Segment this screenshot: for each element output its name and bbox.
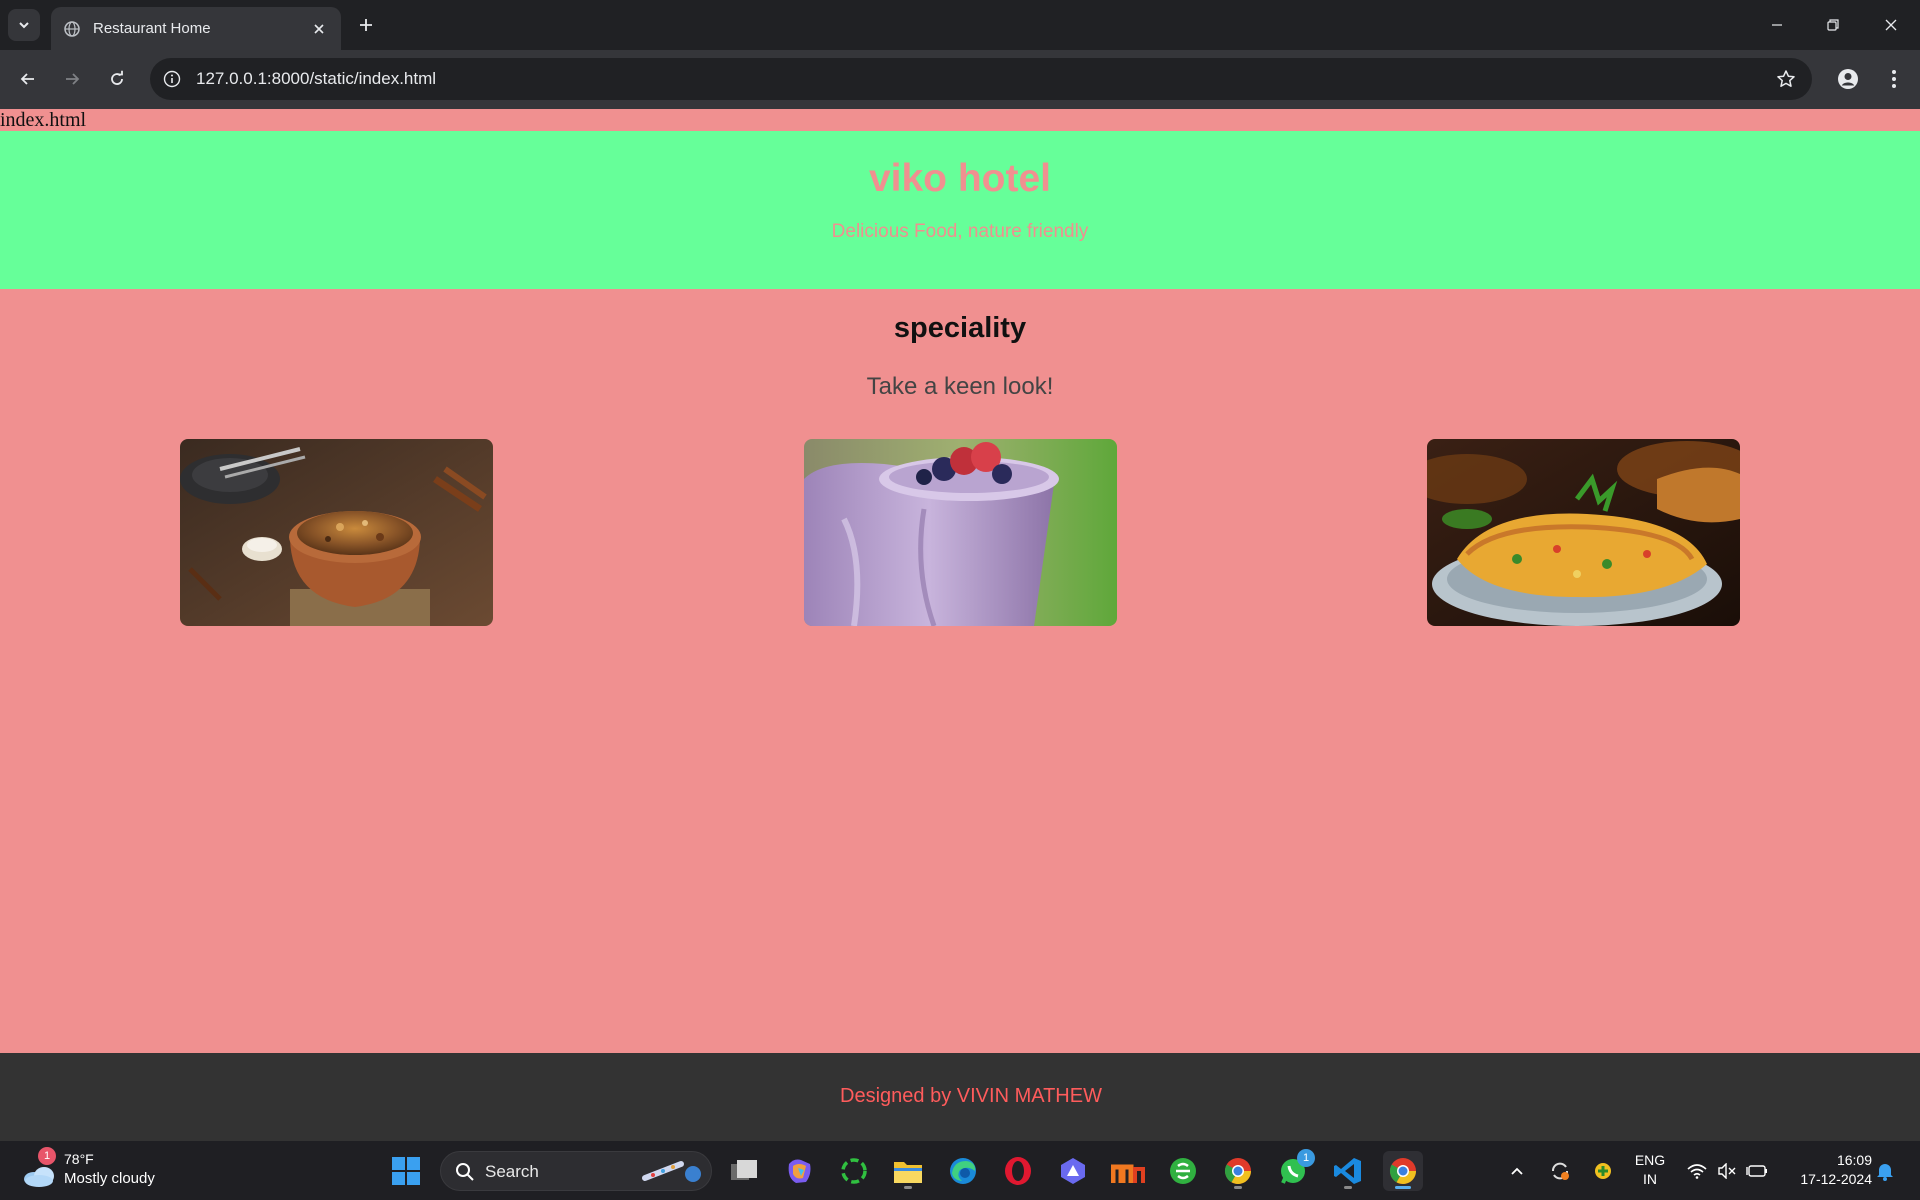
search-label: Search (485, 1162, 539, 1181)
search-highlight-icon (642, 1161, 701, 1182)
back-button[interactable] (12, 63, 44, 95)
chevron-up-icon (1511, 1167, 1523, 1175)
notification-bell-icon[interactable] (1870, 1151, 1900, 1191)
page-viewport: index.html viko hotel Delicious Food, na… (0, 109, 1920, 1141)
profile-icon (1838, 69, 1858, 89)
berry-smoothie-image (804, 439, 1117, 626)
weather-temperature: 78°F (64, 1151, 94, 1167)
omelette-image (1427, 439, 1740, 626)
start-button[interactable] (386, 1151, 426, 1191)
url-text: 127.0.0.1:8000/static/index.html (196, 69, 437, 88)
filename-text: index.html (0, 109, 87, 131)
restore-icon (1827, 19, 1839, 31)
new-tab-button[interactable] (352, 11, 380, 39)
weather-badge: 1 (38, 1147, 56, 1165)
section-subtitle: Take a keen look! (866, 373, 1054, 400)
browser-toolbar: 127.0.0.1:8000/static/index.html (0, 50, 1920, 109)
section-title: speciality (893, 312, 1027, 344)
tab-title: Restaurant Home (93, 20, 211, 37)
close-icon (1885, 19, 1897, 31)
hero-title: viko hotel (868, 157, 1052, 200)
copilot-app-icon[interactable] (779, 1151, 819, 1191)
clock-date: 17-12-2024 (1800, 1171, 1872, 1187)
edge-browser-icon[interactable] (943, 1151, 983, 1191)
minimize-icon (1772, 24, 1782, 26)
kebab-menu-icon (1892, 70, 1896, 88)
whatsapp-badge: 1 (1297, 1149, 1315, 1167)
tray-app-icon[interactable] (1588, 1151, 1618, 1191)
file-explorer-icon[interactable] (888, 1151, 928, 1191)
windows-taskbar: 1 78°F Mostly cloudy Search 1 ENG IN 16:… (0, 1141, 1920, 1200)
search-icon (456, 1163, 474, 1181)
clock[interactable]: 16:09 17-12-2024 (1782, 1151, 1872, 1189)
plus-icon (360, 19, 372, 31)
hero-tagline: Delicious Food, nature friendly (831, 221, 1089, 242)
reload-icon (111, 70, 123, 85)
vscode-icon[interactable] (1328, 1151, 1368, 1191)
opera-browser-icon[interactable] (998, 1151, 1038, 1191)
site-info-icon[interactable] (160, 67, 184, 91)
file-explorer-running-indicator (904, 1186, 912, 1189)
language-line2: IN (1643, 1171, 1657, 1187)
sync-icon[interactable] (1545, 1151, 1575, 1191)
chevron-down-icon (19, 22, 29, 29)
reload-button[interactable] (101, 63, 133, 95)
cloud-icon (24, 1167, 54, 1187)
speaker-muted-icon[interactable] (1712, 1151, 1742, 1191)
page-footer: Designed by VIVIN MATHEW (0, 1053, 1920, 1141)
restore-button[interactable] (1804, 0, 1862, 50)
tab-search-button[interactable] (8, 9, 40, 41)
chrome-active-icon[interactable] (1383, 1151, 1423, 1191)
chrome-icon[interactable] (1218, 1151, 1258, 1191)
vscode-running-indicator (1344, 1186, 1352, 1189)
arrow-left-icon (20, 73, 34, 85)
forward-button[interactable] (56, 63, 88, 95)
language-indicator[interactable]: ENG IN (1626, 1151, 1674, 1189)
task-view-icon (731, 1160, 757, 1180)
close-window-button[interactable] (1862, 0, 1920, 50)
minimize-button[interactable] (1748, 0, 1806, 50)
chrome-running-indicator (1234, 1186, 1242, 1189)
spinner-app-icon[interactable] (834, 1151, 874, 1191)
chrome-active-indicator (1395, 1186, 1411, 1189)
matlab-icon[interactable] (1108, 1151, 1148, 1191)
hero-header: viko hotel Delicious Food, nature friend… (0, 131, 1920, 289)
task-view-button[interactable] (724, 1151, 764, 1191)
biryani-image (180, 439, 493, 626)
green-browser-icon[interactable] (1163, 1151, 1203, 1191)
windows-logo-icon (392, 1157, 420, 1185)
bookmark-star-icon[interactable] (1774, 67, 1798, 91)
show-hidden-icons-button[interactable] (1502, 1151, 1532, 1191)
wifi-icon[interactable] (1682, 1151, 1712, 1191)
close-tab-icon[interactable] (307, 17, 331, 41)
language-line1: ENG (1634, 1152, 1666, 1168)
whatsapp-icon[interactable]: 1 (1273, 1149, 1315, 1191)
clock-time: 16:09 (1836, 1152, 1872, 1168)
weather-condition: Mostly cloudy (64, 1170, 155, 1187)
browser-tabstrip: Restaurant Home (0, 0, 1920, 50)
address-bar[interactable]: 127.0.0.1:8000/static/index.html (150, 58, 1812, 100)
proton-vpn-icon[interactable] (1053, 1151, 1093, 1191)
arrow-right-icon (66, 73, 80, 85)
taskbar-search[interactable]: Search (440, 1151, 712, 1191)
globe-icon (63, 20, 81, 38)
profile-button[interactable] (1832, 63, 1864, 95)
battery-icon[interactable] (1742, 1151, 1772, 1191)
browser-menu-button[interactable] (1878, 63, 1910, 95)
browser-tab[interactable]: Restaurant Home (51, 7, 341, 50)
footer-credit: Designed by VIVIN MATHEW (840, 1085, 1102, 1107)
weather-widget[interactable]: 1 78°F Mostly cloudy (22, 1147, 172, 1193)
